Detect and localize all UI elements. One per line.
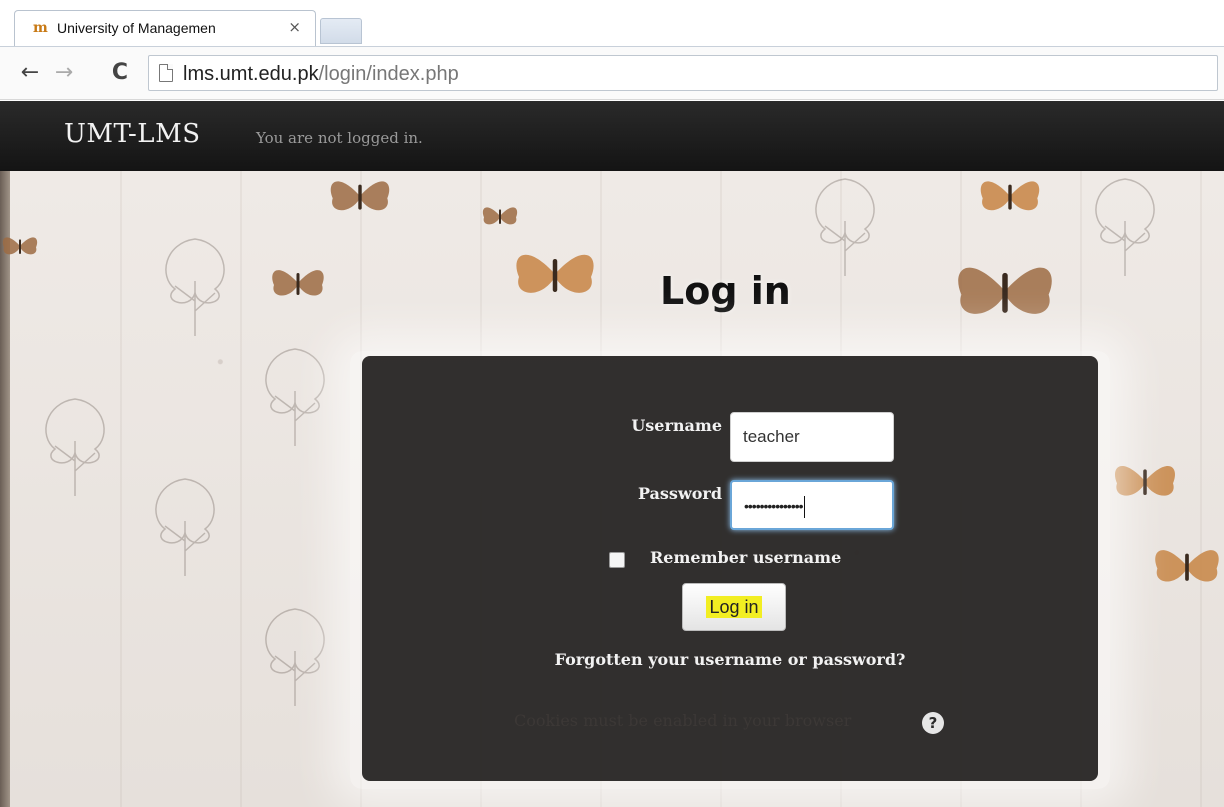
text-caret	[803, 495, 805, 518]
login-button[interactable]: Log in	[682, 583, 786, 631]
login-panel: Username teacher Password ••••••••••••••…	[362, 356, 1098, 781]
reload-icon[interactable]: C	[106, 59, 134, 87]
butterfly-icon	[958, 267, 1052, 314]
forgot-password-link[interactable]: Forgotten your username or password?	[362, 650, 1098, 669]
address-bar[interactable]: lms.umt.edu.pk/login/index.php	[148, 55, 1218, 91]
wallpaper-tree-icon	[1095, 178, 1155, 276]
url-text[interactable]: lms.umt.edu.pk/login/index.php	[183, 62, 459, 86]
new-tab-button[interactable]	[320, 18, 362, 44]
butterfly-icon	[330, 181, 390, 211]
cookies-notice: Cookies must be enabled in your browser	[514, 711, 852, 730]
password-value: •••••••••••••••	[744, 498, 804, 514]
forward-arrow-icon[interactable]: →	[50, 59, 78, 87]
wallpaper-tree-icon	[815, 178, 875, 276]
url-path: /login/index.php	[318, 63, 459, 85]
remember-username-checkbox[interactable]	[609, 552, 625, 568]
tab-title: University of Managemen	[57, 20, 216, 36]
password-field[interactable]: •••••••••••••••	[730, 480, 894, 530]
url-host: lms.umt.edu.pk	[183, 63, 319, 85]
butterfly-icon	[272, 270, 324, 296]
butterfly-icon	[482, 207, 518, 225]
wallpaper-tree-icon	[265, 608, 325, 706]
site-brand[interactable]: UMT-LMS	[64, 119, 201, 149]
wallpaper-tree-icon	[45, 398, 105, 496]
butterfly-icon	[1155, 550, 1219, 582]
butterfly-icon	[980, 181, 1040, 211]
back-arrow-icon[interactable]: ←	[16, 59, 44, 87]
site-navbar: UMT-LMS You are not logged in.	[0, 101, 1224, 171]
wallpaper-tree-icon	[265, 348, 325, 446]
browser-toolbar: ← → C lms.umt.edu.pk/login/index.php	[0, 46, 1224, 100]
wallpaper-tree-icon	[155, 478, 215, 576]
moodle-favicon-icon: m	[33, 20, 48, 36]
password-label: Password	[637, 484, 722, 503]
wallpaper-tree-icon	[165, 238, 225, 336]
login-button-label: Log in	[706, 596, 762, 618]
username-label: Username	[631, 416, 722, 435]
browser-tabstrip: m University of Managemen ×	[0, 0, 1224, 46]
page-title: Log in	[660, 269, 791, 313]
butterfly-icon	[516, 254, 594, 293]
login-status: You are not logged in.	[256, 129, 423, 147]
page-icon	[159, 64, 173, 82]
remember-username-label[interactable]: Remember username	[650, 548, 841, 567]
help-icon[interactable]: ?	[922, 712, 944, 734]
username-field[interactable]: teacher	[730, 412, 894, 462]
browser-tab[interactable]: m University of Managemen ×	[14, 10, 316, 46]
butterfly-icon	[1114, 465, 1176, 496]
page-background: Log in Username teacher Password •••••••…	[0, 171, 1224, 807]
tab-close-icon[interactable]: ×	[288, 18, 301, 36]
butterfly-icon	[2, 237, 38, 255]
